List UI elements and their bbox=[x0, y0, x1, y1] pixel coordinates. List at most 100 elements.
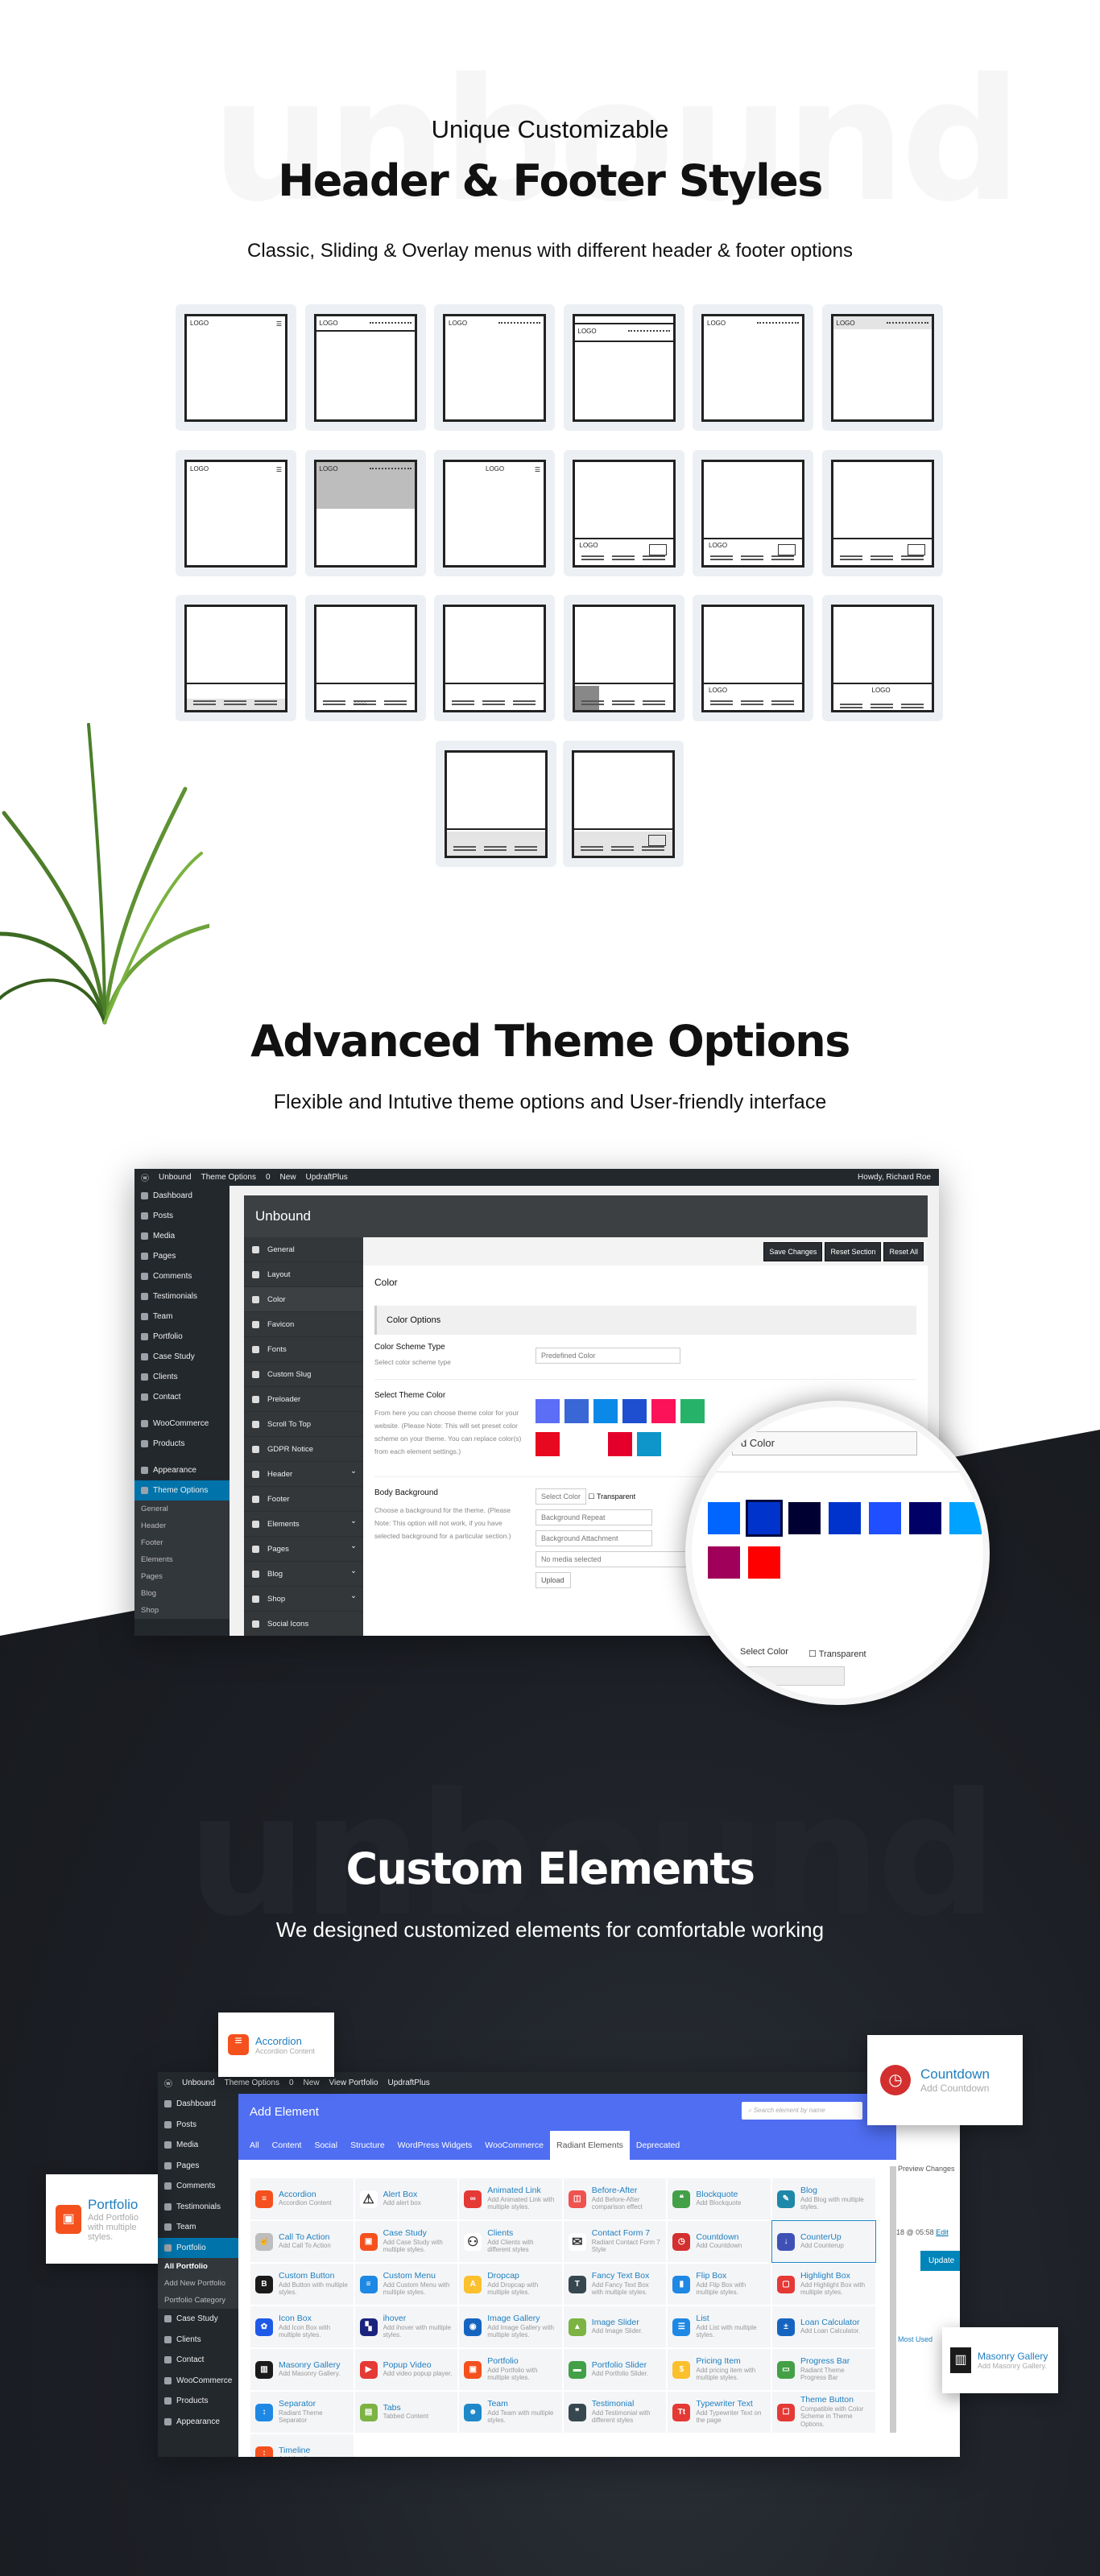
sidebar-item[interactable]: Appearance bbox=[158, 2412, 238, 2433]
element-item[interactable]: ◫ Before-After Add Before-After comparison… bbox=[562, 2178, 668, 2220]
color-swatch[interactable] bbox=[680, 1399, 705, 1423]
howdy-user[interactable]: Howdy, Richard Roe bbox=[858, 1173, 931, 1182]
color-swatch[interactable] bbox=[748, 1546, 780, 1579]
view-portfolio-link[interactable]: View Portfolio bbox=[329, 2079, 378, 2087]
layout-thumbnail[interactable]: LOGO bbox=[693, 449, 813, 576]
color-swatch[interactable] bbox=[909, 1502, 941, 1534]
sidebar-item[interactable]: Team bbox=[158, 2217, 238, 2238]
element-item[interactable]: ± Loan Calculator Add Loan Calculator. bbox=[771, 2306, 876, 2348]
sidebar-item[interactable]: Media bbox=[134, 1226, 230, 1246]
element-item[interactable]: ▲ Image Slider Add Image Slider. bbox=[562, 2306, 668, 2348]
sidebar-item[interactable]: Products bbox=[158, 2391, 238, 2412]
color-swatch[interactable] bbox=[637, 1432, 661, 1456]
element-item[interactable]: ▢ Highlight Box Add Highlight Box with mul… bbox=[771, 2263, 876, 2306]
element-item[interactable]: ✎ Blog Add Blog with multiple styles. bbox=[771, 2178, 876, 2220]
tab-radiant-elements[interactable]: Radiant Elements bbox=[550, 2131, 630, 2160]
element-item[interactable]: ❞ Testimonial Add Testimonial with differe… bbox=[562, 2391, 668, 2434]
sidebar-item[interactable]: Portfolio bbox=[134, 1327, 230, 1347]
sidebar-item[interactable]: Clients bbox=[158, 2330, 238, 2351]
element-item[interactable]: ☻ Team Add Team with multiple styles. bbox=[458, 2391, 563, 2434]
sidebar-item[interactable]: Theme Options bbox=[134, 1480, 230, 1501]
color-swatch[interactable] bbox=[536, 1399, 560, 1423]
sidebar-item[interactable]: WooCommerce bbox=[134, 1414, 230, 1434]
color-swatch[interactable] bbox=[746, 1500, 783, 1537]
element-item[interactable]: ▮ Flip Box Add Flip Box with multiple styl… bbox=[667, 2263, 771, 2306]
element-item[interactable]: ◷ Countdown Add Countdown bbox=[667, 2220, 771, 2263]
sidebar-item[interactable]: Contact bbox=[134, 1387, 230, 1407]
layout-thumbnail[interactable]: LOGO bbox=[693, 595, 813, 721]
sidebar-subitem[interactable]: Add New Portfolio bbox=[158, 2275, 238, 2292]
element-item[interactable]: ▣ Case Study Add Case Study with multiple … bbox=[354, 2220, 459, 2263]
sidebar-subitem[interactable]: Blog bbox=[134, 1585, 230, 1602]
update-button[interactable]: Update bbox=[920, 2251, 960, 2271]
wordpress-icon[interactable]: ⓦ bbox=[164, 2077, 172, 2089]
sidebar-item[interactable]: Clients bbox=[134, 1367, 230, 1387]
element-item[interactable]: ▣ Portfolio Add Portfolio with multiple st… bbox=[458, 2348, 563, 2391]
tab-structure[interactable]: Structure bbox=[344, 2131, 391, 2160]
media-field[interactable]: No media selected bbox=[536, 1551, 689, 1567]
sidebar-subitem[interactable]: Shop bbox=[134, 1602, 230, 1619]
options-nav-item[interactable]: Color bbox=[244, 1287, 363, 1312]
theme-options-link[interactable]: Theme Options bbox=[201, 1173, 256, 1182]
transparent-checkbox[interactable]: ☐ Transparent bbox=[589, 1492, 636, 1501]
element-item[interactable]: ▚ ihover Add ihover with multiple styles. bbox=[354, 2306, 459, 2348]
sidebar-item[interactable]: Team bbox=[134, 1307, 230, 1327]
theme-options-link[interactable]: Theme Options bbox=[225, 2079, 279, 2087]
color-swatch[interactable] bbox=[622, 1399, 647, 1423]
element-item[interactable]: ☰ List Add List with multiple styles. bbox=[667, 2306, 771, 2348]
layout-thumbnail[interactable]: LOGO bbox=[821, 595, 943, 721]
edit-date-link[interactable]: Edit bbox=[936, 2228, 949, 2236]
scheme-select[interactable]: Predefined Color bbox=[536, 1348, 680, 1364]
sidebar-item[interactable]: Dashboard bbox=[134, 1186, 230, 1206]
sidebar-item[interactable]: Products bbox=[134, 1434, 230, 1454]
sidebar-item[interactable]: Case Study bbox=[158, 2309, 238, 2330]
sidebar-subitem[interactable]: Header bbox=[134, 1517, 230, 1534]
updraft-link[interactable]: UpdraftPlus bbox=[388, 2079, 430, 2087]
options-nav-item[interactable]: General bbox=[244, 1237, 363, 1262]
scrollbar[interactable] bbox=[890, 2166, 896, 2433]
layout-thumbnail[interactable]: LOGO bbox=[304, 449, 426, 576]
sidebar-subitem[interactable]: Portfolio Category bbox=[158, 2292, 238, 2309]
options-nav-item[interactable]: Elements ⌄ bbox=[244, 1512, 363, 1537]
color-swatch[interactable] bbox=[708, 1502, 740, 1534]
layout-thumbnail[interactable] bbox=[563, 740, 684, 867]
new-link[interactable]: New bbox=[280, 1173, 296, 1182]
layout-thumbnail[interactable]: LOGO ☰ bbox=[176, 304, 296, 431]
layout-thumbnail[interactable]: LOGO bbox=[434, 304, 555, 431]
element-item[interactable]: ≡ Custom Menu Add Custom Menu with multipl… bbox=[354, 2263, 459, 2306]
element-item[interactable]: T Fancy Text Box Add Fancy Text Box with m… bbox=[562, 2263, 668, 2306]
sidebar-item[interactable]: Contact bbox=[158, 2350, 238, 2371]
color-swatch[interactable] bbox=[564, 1399, 589, 1423]
sidebar-item[interactable]: Comments bbox=[158, 2176, 238, 2197]
layout-thumbnail[interactable]: LOGO bbox=[304, 304, 426, 431]
sidebar-subitem[interactable]: Footer bbox=[134, 1534, 230, 1551]
options-nav-item[interactable]: Pages ⌄ bbox=[244, 1537, 363, 1562]
element-item[interactable]: ▭ Progress Bar Radiant Theme Progress Bar bbox=[771, 2348, 876, 2391]
magnified-transparent[interactable]: ☐ Transparent bbox=[808, 1649, 866, 1659]
layout-thumbnail[interactable]: LOGO bbox=[821, 304, 943, 431]
sidebar-item[interactable]: Pages bbox=[158, 2156, 238, 2177]
options-nav-item[interactable]: Header ⌄ bbox=[244, 1462, 363, 1487]
element-item[interactable]: ≡ Accordion Accordion Content bbox=[250, 2178, 354, 2220]
sidebar-item[interactable]: Portfolio bbox=[158, 2237, 238, 2258]
save-changes-button[interactable]: Save Changes bbox=[763, 1241, 823, 1261]
sidebar-item[interactable]: Comments bbox=[134, 1266, 230, 1286]
sidebar-item[interactable]: Appearance bbox=[134, 1460, 230, 1480]
tab-social[interactable]: Social bbox=[308, 2131, 344, 2160]
element-item[interactable]: ◉ Image Gallery Add Image Gallery with mul… bbox=[458, 2306, 563, 2348]
color-swatch[interactable] bbox=[829, 1502, 861, 1534]
options-nav-item[interactable]: Layout bbox=[244, 1262, 363, 1287]
comments-count[interactable]: 0 bbox=[289, 2079, 294, 2087]
magnified-repeat[interactable]: peat bbox=[716, 1666, 845, 1686]
element-item[interactable]: $ Pricing Item Add pricing item with multi… bbox=[667, 2348, 771, 2391]
options-nav-item[interactable]: Blog ⌄ bbox=[244, 1562, 363, 1587]
options-nav-item[interactable]: Favicon bbox=[244, 1312, 363, 1337]
element-item[interactable]: ☐ Theme Button Compatible with Color Schem… bbox=[771, 2391, 876, 2434]
sidebar-item[interactable]: Testimonials bbox=[158, 2197, 238, 2218]
preview-changes[interactable]: Preview Changes bbox=[898, 2165, 955, 2173]
color-swatch[interactable] bbox=[949, 1502, 982, 1534]
sidebar-item[interactable]: Testimonials bbox=[134, 1286, 230, 1307]
sidebar-subitem[interactable]: General bbox=[134, 1501, 230, 1517]
sidebar-subitem[interactable]: All Portfolio bbox=[158, 2258, 238, 2275]
color-swatch[interactable] bbox=[869, 1502, 901, 1534]
